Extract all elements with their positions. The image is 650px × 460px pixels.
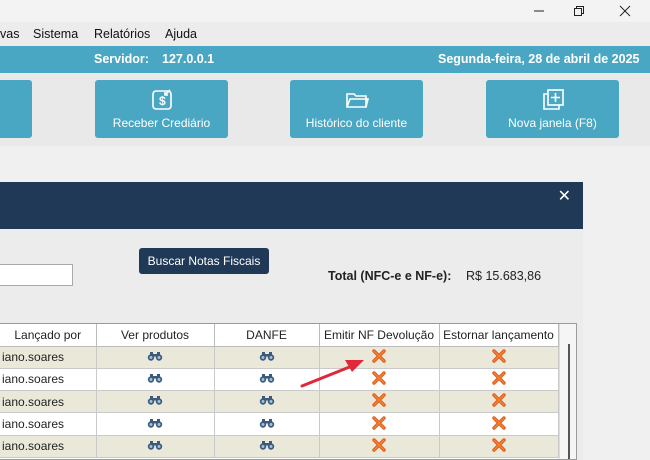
reverse-cell[interactable] (439, 346, 559, 369)
search-invoices-button[interactable]: Buscar Notas Fiscais (139, 248, 269, 274)
danfe-cell[interactable] (214, 368, 320, 392)
danfe-cell[interactable] (214, 412, 320, 436)
issue-return-cell[interactable] (319, 435, 440, 458)
issue-return-cell[interactable] (319, 390, 440, 414)
red-x-icon[interactable] (491, 415, 506, 433)
column-header-danfe[interactable]: DANFE (214, 324, 320, 347)
view-products-cell[interactable] (96, 435, 215, 458)
danfe-cell[interactable] (214, 390, 320, 414)
menu-item-vas[interactable]: vas (0, 27, 19, 41)
column-header-reverse[interactable]: Estornar lançamento (439, 324, 559, 347)
close-icon (619, 5, 631, 17)
svg-text:$: $ (159, 94, 166, 108)
view-products-cell[interactable] (96, 390, 215, 414)
toolbar: $ Receber Crediário Histórico do cliente… (0, 73, 650, 146)
view-products-cell[interactable] (96, 368, 215, 392)
new-window-label: Nova janela (F8) (508, 116, 597, 130)
table-row[interactable]: iano.soares (0, 435, 559, 458)
window-titlebar (0, 0, 650, 22)
menu-item-sistema[interactable]: Sistema (33, 27, 78, 41)
issue-return-cell[interactable] (319, 368, 440, 392)
menu-bar: vas Sistema Relatórios Ajuda (0, 22, 650, 46)
receive-credit-label: Receber Crediário (112, 116, 211, 130)
binoculars-icon[interactable] (259, 440, 275, 454)
scrollbar-thumb[interactable] (568, 344, 570, 459)
menu-item-ajuda[interactable]: Ajuda (165, 27, 197, 41)
binoculars-icon[interactable] (259, 351, 275, 365)
current-date: Segunda-feira, 28 de abril de 2025 (438, 52, 640, 66)
issue-return-cell[interactable] (319, 346, 440, 369)
status-bar: Servidor: 127.0.0.1 Segunda-feira, 28 de… (0, 46, 650, 73)
maximize-button[interactable] (559, 0, 599, 22)
table-row[interactable]: iano.soares (0, 412, 559, 436)
red-x-icon[interactable] (491, 348, 506, 366)
receive-credit-button[interactable]: $ Receber Crediário (95, 80, 228, 138)
red-x-icon[interactable] (372, 393, 386, 410)
new-window-button[interactable]: Nova janela (F8) (486, 80, 619, 138)
client-history-button[interactable]: Histórico do cliente (290, 80, 423, 138)
red-x-icon[interactable] (372, 348, 386, 366)
total-label: Total (NFC-e e NF-e): (328, 269, 452, 283)
binoculars-icon[interactable] (147, 351, 163, 365)
column-header-view-products[interactable]: Ver produtos (96, 324, 215, 347)
launched-by-cell: iano.soares (0, 390, 97, 414)
binoculars-icon[interactable] (147, 418, 163, 432)
binoculars-icon[interactable] (259, 418, 275, 432)
minimize-icon (534, 10, 544, 12)
reverse-cell[interactable] (439, 412, 559, 436)
reverse-cell[interactable] (439, 390, 559, 414)
client-history-label: Histórico do cliente (305, 116, 408, 130)
menu-item-relatorios[interactable]: Relatórios (94, 27, 150, 41)
total-value: R$ 15.683,86 (466, 269, 542, 283)
invoices-dialog: ✕ Buscar Notas Fiscais Total (NFC-e e NF… (0, 182, 583, 460)
column-header-issue-return[interactable]: Emitir NF Devolução (319, 324, 440, 347)
minimize-button[interactable] (519, 0, 559, 22)
server-value: 127.0.0.1 (162, 52, 215, 66)
binoculars-icon[interactable] (147, 373, 163, 387)
reverse-cell[interactable] (439, 435, 559, 458)
red-x-icon[interactable] (372, 438, 386, 455)
toolbar-button-partial[interactable] (0, 80, 32, 138)
binoculars-icon[interactable] (147, 440, 163, 454)
money-receive-icon: $ (151, 89, 172, 110)
server-label: Servidor: (94, 52, 149, 66)
reverse-cell[interactable] (439, 368, 559, 392)
search-input[interactable] (0, 264, 73, 286)
red-x-icon[interactable] (372, 415, 386, 433)
launched-by-cell: iano.soares (0, 368, 97, 392)
dialog-header: ✕ (0, 182, 583, 229)
vertical-scrollbar[interactable] (559, 324, 576, 459)
red-x-icon[interactable] (372, 371, 386, 388)
table-row[interactable]: iano.soares (0, 346, 559, 369)
column-header-launched-by[interactable]: Lançado por (0, 324, 97, 347)
launched-by-cell: iano.soares (0, 346, 97, 369)
view-products-cell[interactable] (96, 412, 215, 436)
invoices-table: Lançado por Ver produtos DANFE Emitir NF… (0, 323, 577, 460)
red-x-icon[interactable] (491, 371, 506, 388)
launched-by-cell: iano.soares (0, 412, 97, 436)
danfe-cell[interactable] (214, 346, 320, 369)
dialog-close-button[interactable]: ✕ (558, 186, 571, 206)
launched-by-cell: iano.soares (0, 435, 97, 458)
binoculars-icon[interactable] (259, 373, 275, 387)
table-header-row: Lançado por Ver produtos DANFE Emitir NF… (0, 324, 559, 347)
binoculars-icon[interactable] (259, 395, 275, 409)
issue-return-cell[interactable] (319, 412, 440, 436)
folder-icon (345, 93, 369, 108)
red-x-icon[interactable] (491, 393, 506, 410)
view-products-cell[interactable] (96, 346, 215, 369)
table-row[interactable]: iano.soares (0, 390, 559, 414)
new-window-icon (542, 89, 564, 110)
restore-icon (574, 6, 584, 16)
binoculars-icon[interactable] (147, 395, 163, 409)
red-x-icon[interactable] (491, 438, 506, 455)
table-row[interactable]: iano.soares (0, 368, 559, 392)
danfe-cell[interactable] (214, 435, 320, 458)
dialog-body: Buscar Notas Fiscais Total (NFC-e e NF-e… (0, 229, 583, 460)
close-window-button[interactable] (605, 0, 645, 22)
